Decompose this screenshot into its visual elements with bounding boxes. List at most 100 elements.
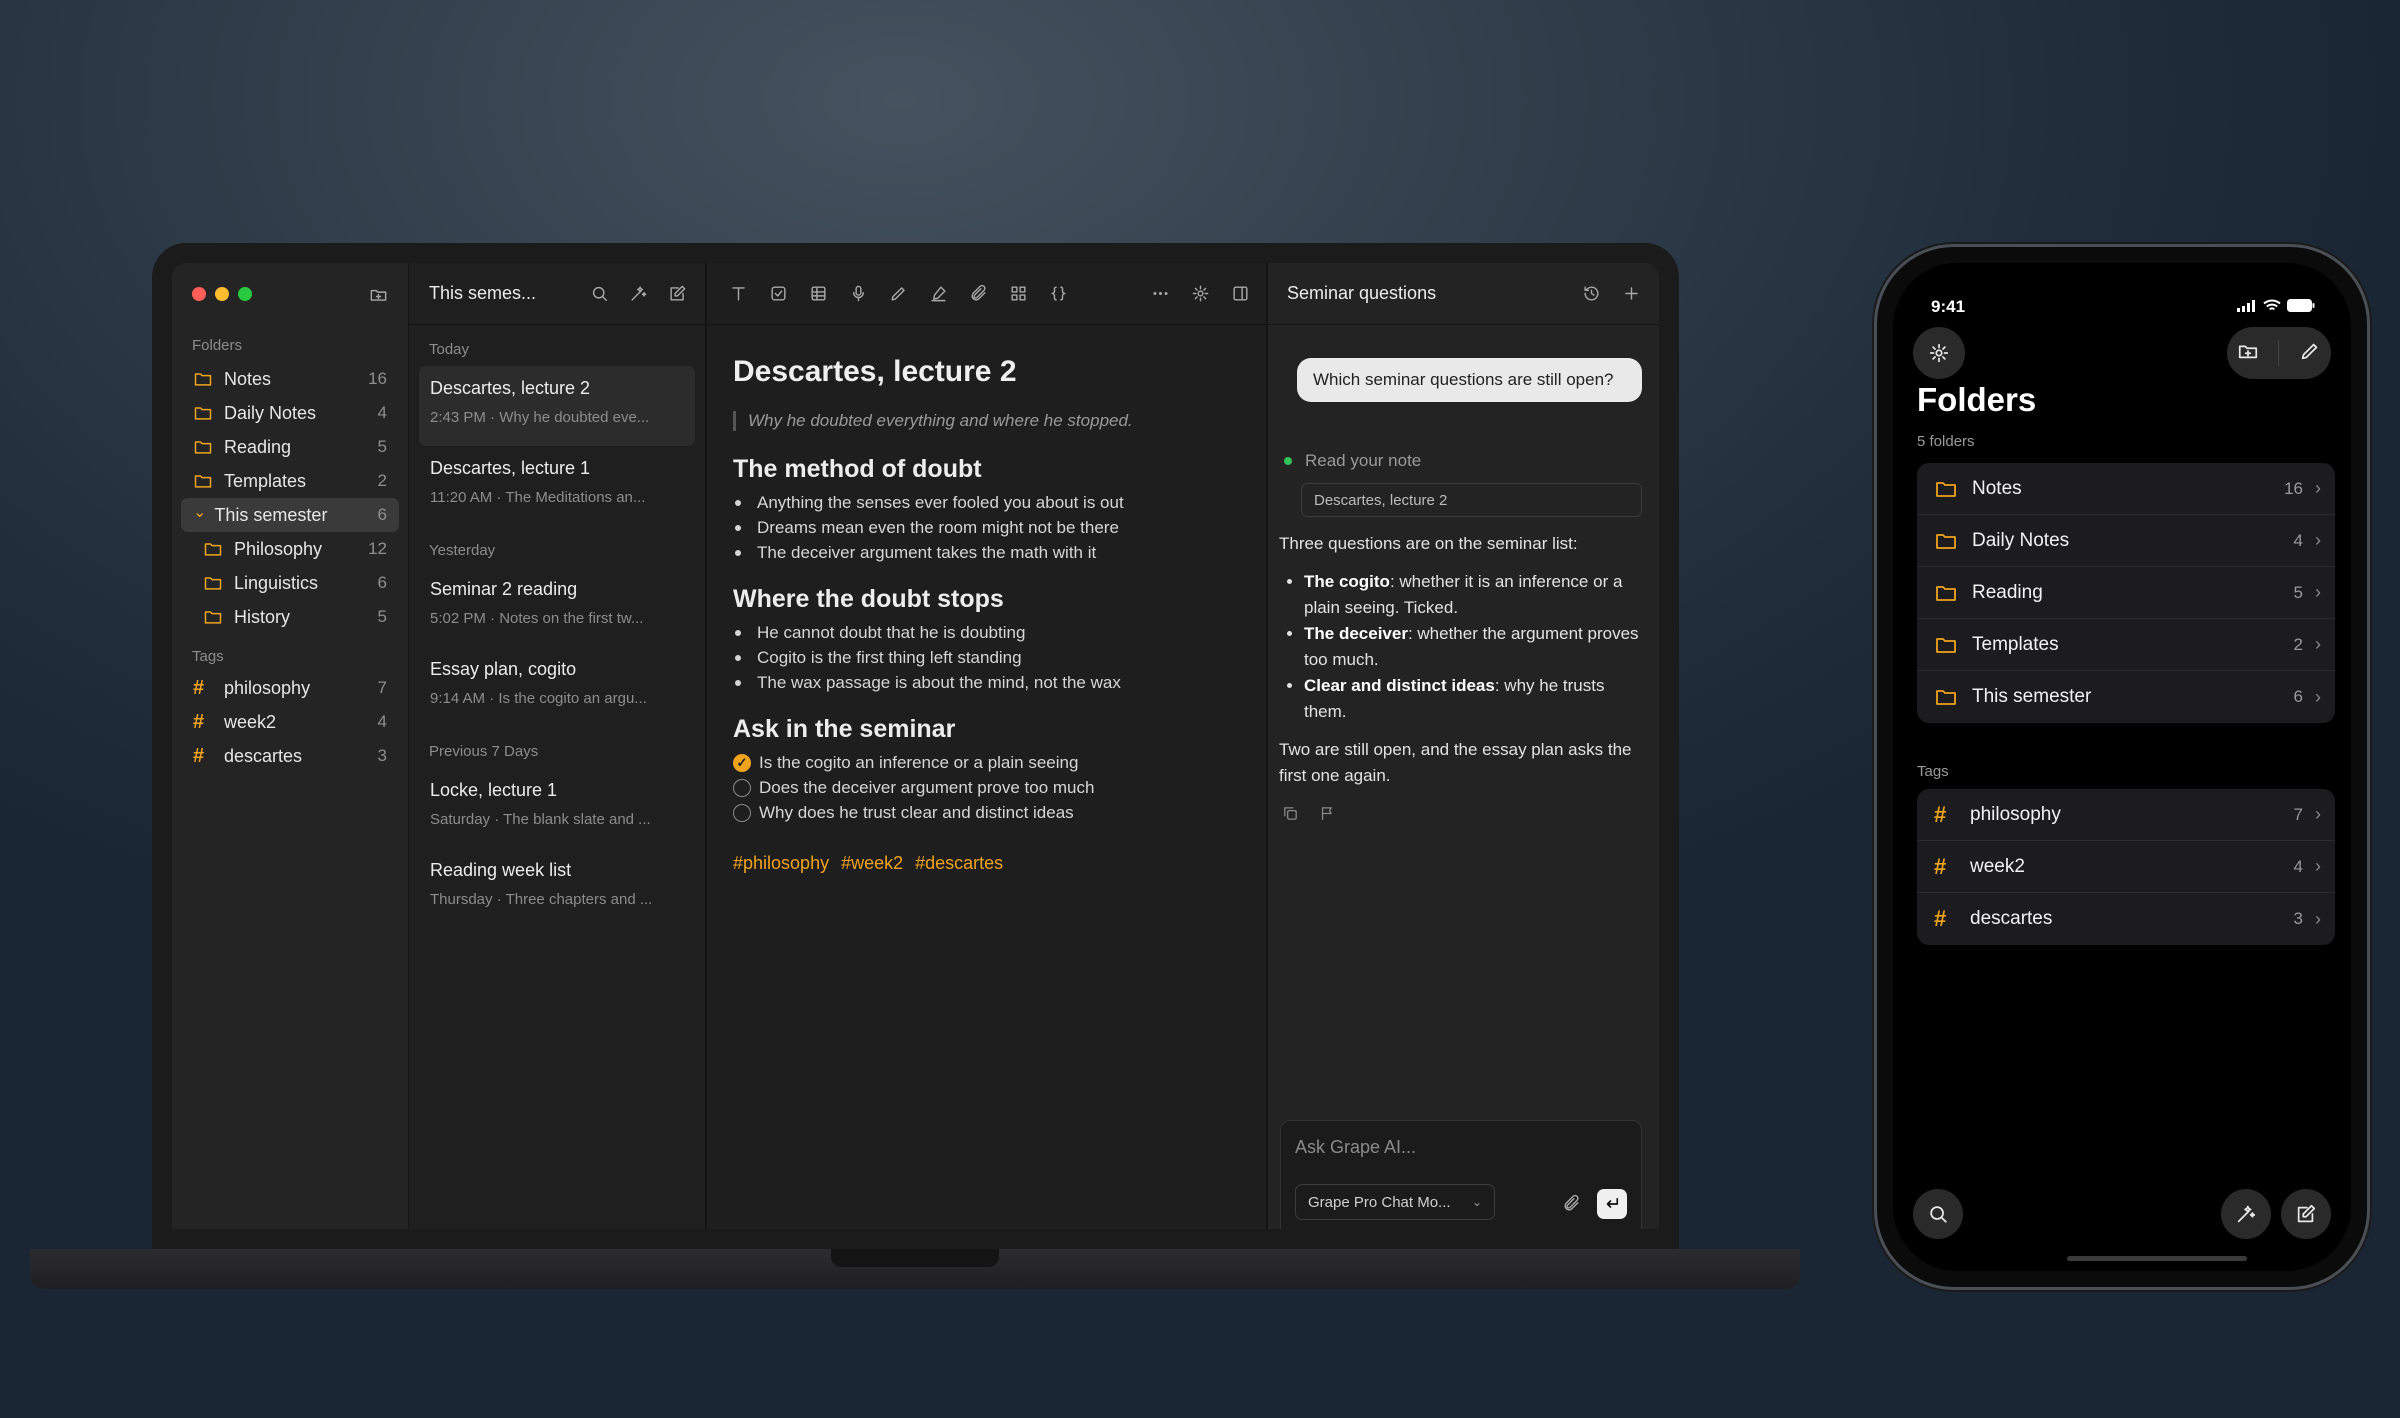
checklist-icon[interactable] xyxy=(769,284,788,303)
source-note-chip[interactable]: Descartes, lecture 2 xyxy=(1301,483,1642,517)
phone-folder-notes[interactable]: Notes 16 › xyxy=(1917,463,2335,515)
sidebar-folder-this-semester[interactable]: ⌄ This semester 6 xyxy=(181,498,399,532)
chevron-down-icon: ⌄ xyxy=(193,504,207,521)
new-folder-icon[interactable] xyxy=(2237,340,2259,367)
sidebar-folder-notes[interactable]: Notes 16 xyxy=(181,362,399,396)
note-list-item[interactable]: Descartes, lecture 1 11:20 AM · The Medit… xyxy=(419,446,695,526)
sidebar-tag-week2[interactable]: # week2 4 xyxy=(181,705,399,739)
status-time: 9:41 xyxy=(1931,297,1966,316)
flag-icon[interactable] xyxy=(1319,805,1336,827)
send-button[interactable] xyxy=(1597,1189,1627,1219)
attach-icon[interactable] xyxy=(1562,1194,1581,1213)
compose-icon xyxy=(2297,1204,2316,1223)
task-item[interactable]: Why does he trust clear and distinct ide… xyxy=(733,800,1240,825)
table-icon[interactable] xyxy=(809,284,828,303)
phone-folder-templates[interactable]: Templates 2 › xyxy=(1917,619,2335,671)
sidebar-folder-templates[interactable]: Templates 2 xyxy=(181,464,399,498)
note-quote: Why he doubted everything and where he s… xyxy=(733,411,1240,431)
note-list-item[interactable]: Locke, lecture 1 Saturday · The blank sla… xyxy=(419,768,695,848)
tag-name: descartes xyxy=(1970,908,2053,929)
sidebar-tag-descartes[interactable]: # descartes 3 xyxy=(181,739,399,773)
attach-icon[interactable] xyxy=(969,284,988,303)
phone-ai-button[interactable] xyxy=(2221,1189,2271,1239)
note-list-item[interactable]: Seminar 2 reading 5:02 PM · Notes on the … xyxy=(419,567,695,647)
minimize-window-button[interactable] xyxy=(215,287,229,301)
note-item-meta: 9:14 AM · Is the cogito an argu... xyxy=(430,690,647,707)
mic-icon[interactable] xyxy=(849,284,868,303)
phone-compose-button[interactable] xyxy=(2281,1189,2331,1239)
note-list-item[interactable]: Reading week list Thursday · Three chapte… xyxy=(419,848,695,928)
phone-tag-descartes[interactable]: # descartes 3 › xyxy=(1917,893,2335,945)
grid-icon[interactable] xyxy=(1009,284,1028,303)
note-tag-link[interactable]: #week2 xyxy=(841,853,903,873)
note-item-title: Descartes, lecture 1 xyxy=(430,458,591,478)
marker-icon[interactable] xyxy=(929,284,948,303)
tag-count: 7 xyxy=(2293,804,2303,824)
folder-name: Daily Notes xyxy=(1972,529,2070,551)
code-icon[interactable] xyxy=(1049,284,1068,303)
sidebar-tag-philosophy[interactable]: # philosophy 7 xyxy=(181,671,399,705)
folder-name: This semester xyxy=(214,504,328,525)
sidebar-icon[interactable] xyxy=(1231,284,1250,303)
note-item-title: Descartes, lecture 2 xyxy=(430,378,591,398)
copy-icon[interactable] xyxy=(1282,805,1299,827)
checkbox[interactable] xyxy=(733,778,751,797)
checkbox[interactable] xyxy=(733,803,751,822)
chevron-right-icon: › xyxy=(2315,582,2321,602)
sidebar-toolbar xyxy=(172,263,408,325)
note-tags: #philosophy #week2 #descartes xyxy=(733,853,1240,874)
tool-status: Read your note xyxy=(1284,451,1421,471)
more-icon[interactable] xyxy=(1151,284,1170,303)
model-selector[interactable]: Grape Pro Chat Mo... ⌄ xyxy=(1295,1184,1495,1220)
phone-search-button[interactable] xyxy=(1913,1189,1963,1239)
sidebar: Folders Notes 16 Daily Notes 4 Reading 5 Templ… xyxy=(172,263,409,1229)
magic-icon[interactable] xyxy=(629,284,648,303)
answer-point: The deceiver: whether the argument prove… xyxy=(1304,621,1644,673)
search-icon[interactable] xyxy=(590,284,609,303)
folder-icon xyxy=(1934,685,1958,709)
chevron-down-icon: ⌄ xyxy=(1471,1195,1482,1209)
note-list-item[interactable]: Essay plan, cogito 9:14 AM · Is the cogit… xyxy=(419,647,695,727)
chat-input[interactable]: Ask Grape AI... xyxy=(1295,1137,1416,1158)
phone-folder-daily-notes[interactable]: Daily Notes 4 › xyxy=(1917,515,2335,567)
close-window-button[interactable] xyxy=(192,287,206,301)
checked-checkbox[interactable]: ✓ xyxy=(733,753,751,772)
phone-settings-button[interactable] xyxy=(1913,327,1965,379)
window-controls xyxy=(192,287,252,301)
note-item-meta: 11:20 AM · The Meditations an... xyxy=(430,489,646,506)
note-tag-link[interactable]: #descartes xyxy=(915,853,1003,873)
sidebar-folder-philosophy[interactable]: Philosophy 12 xyxy=(181,532,399,566)
folder-count: 16 xyxy=(368,369,387,388)
phone-folder-this-semester[interactable]: This semester 6 › xyxy=(1917,671,2335,723)
note-item-title: Essay plan, cogito xyxy=(430,659,577,679)
phone-title: Folders xyxy=(1917,381,2037,418)
status-dot xyxy=(1284,457,1292,465)
note-list-item[interactable]: Descartes, lecture 2 2:43 PM · Why he dou… xyxy=(419,366,695,446)
phone-tags-label: Tags xyxy=(1917,763,1949,780)
task-item[interactable]: ✓ Is the cogito an inference or a plain s… xyxy=(733,750,1240,775)
phone-folder-reading[interactable]: Reading 5 › xyxy=(1917,567,2335,619)
sidebar-folder-linguistics[interactable]: Linguistics 6 xyxy=(181,566,399,600)
plus-icon[interactable] xyxy=(1622,284,1641,303)
task-item[interactable]: Does the deceiver argument prove too muc… xyxy=(733,775,1240,800)
history-icon[interactable] xyxy=(1582,284,1601,303)
phone-tag-philosophy[interactable]: # philosophy 7 › xyxy=(1917,789,2335,841)
sidebar-folder-reading[interactable]: Reading 5 xyxy=(181,430,399,464)
gear-icon[interactable] xyxy=(1191,284,1210,303)
zoom-window-button[interactable] xyxy=(238,287,252,301)
new-folder-icon[interactable] xyxy=(369,285,388,304)
note-body[interactable]: Descartes, lecture 2 Why he doubted ever… xyxy=(707,325,1266,904)
folder-count: 6 xyxy=(377,505,387,524)
editor-toolbar xyxy=(707,263,1266,325)
compose-icon[interactable] xyxy=(668,284,687,303)
sidebar-folder-daily-notes[interactable]: Daily Notes 4 xyxy=(181,396,399,430)
edit-icon[interactable] xyxy=(2299,340,2321,367)
pen-icon[interactable] xyxy=(889,284,908,303)
note-tag-link[interactable]: #philosophy xyxy=(733,853,829,873)
sidebar-folder-history[interactable]: History 5 xyxy=(181,600,399,634)
phone-tag-week2[interactable]: # week2 4 › xyxy=(1917,841,2335,893)
note-item-title: Locke, lecture 1 xyxy=(430,780,558,800)
note-list-toolbar: This semes... xyxy=(409,263,705,325)
text-icon[interactable] xyxy=(729,284,748,303)
folder-name: Notes xyxy=(1972,477,2022,499)
